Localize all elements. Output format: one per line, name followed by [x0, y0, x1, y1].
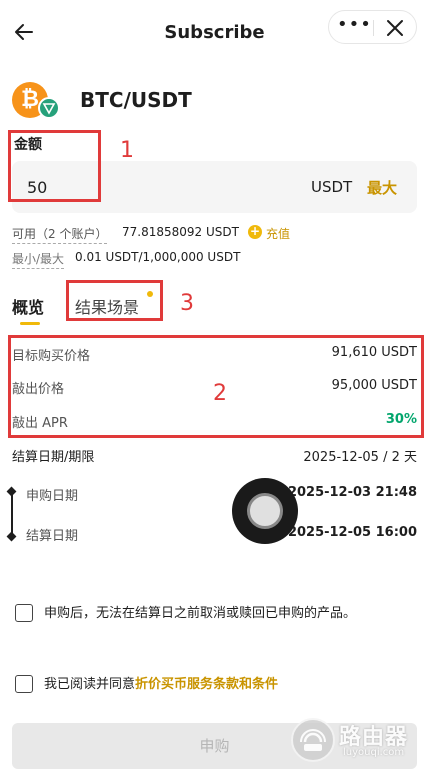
settlement-label: 结算日期/期限: [12, 450, 95, 465]
pair-name: BTC/USDT: [80, 88, 192, 112]
more-button[interactable]: •••: [337, 16, 371, 38]
router-logo-icon: [291, 718, 335, 762]
available-value: 77.81858092 USDT: [122, 225, 239, 239]
minmax-value: 0.01 USDT/1,000,000 USDT: [75, 250, 241, 264]
timeline-dot: [6, 531, 17, 542]
timeline-line: [11, 492, 13, 536]
close-button[interactable]: [384, 18, 406, 38]
mini-program-capsule: •••: [328, 10, 417, 44]
plus-circle-icon[interactable]: +: [248, 225, 262, 239]
annotation-number-2: 2: [213, 381, 227, 406]
max-button[interactable]: 最大: [367, 177, 397, 198]
terms-prefix: 我已阅读并同意: [44, 677, 136, 692]
annotation-number-3: 3: [180, 291, 194, 316]
settlement-value: 2025-12-05 / 2 天: [303, 450, 417, 465]
recharge-link[interactable]: 充值: [266, 225, 290, 242]
settle-date-label: 结算日期: [26, 529, 79, 544]
tab-overview[interactable]: 概览: [12, 294, 44, 318]
terms-link[interactable]: 折价买币服务条款和条件: [135, 677, 278, 692]
annotation-box-3: [66, 280, 163, 321]
watermark-subtitle: luyouqi.com: [343, 747, 405, 758]
notice-text: 申购后，无法在结算日之前取消或赎回已申购的产品。: [44, 606, 357, 621]
subscribe-date-value: 2025-12-03 21:48: [287, 485, 417, 500]
settle-date-value: 2025-12-05 16:00: [287, 525, 417, 540]
timeline-dot: [6, 486, 17, 497]
terms-checkbox[interactable]: [15, 675, 33, 693]
subscribe-date-label: 申购日期: [26, 489, 79, 504]
close-icon: [387, 20, 403, 36]
minmax-label[interactable]: 最小/最大: [12, 250, 65, 269]
watermark: 路由器 luyouqi.com: [291, 715, 421, 765]
annotation-box-1: [8, 130, 101, 202]
available-label[interactable]: 可用（2 个账户）: [12, 225, 108, 244]
usdt-coin-icon: [38, 97, 60, 119]
annotation-number-1: 1: [120, 138, 134, 163]
notice-checkbox[interactable]: [15, 604, 33, 622]
active-tab-indicator: [20, 322, 40, 325]
terms-text: 我已阅读并同意折价买币服务条款和条件: [44, 673, 278, 692]
capsule-divider: [373, 20, 374, 36]
amount-unit: USDT: [311, 178, 353, 196]
assistive-touch-button[interactable]: [232, 478, 298, 544]
